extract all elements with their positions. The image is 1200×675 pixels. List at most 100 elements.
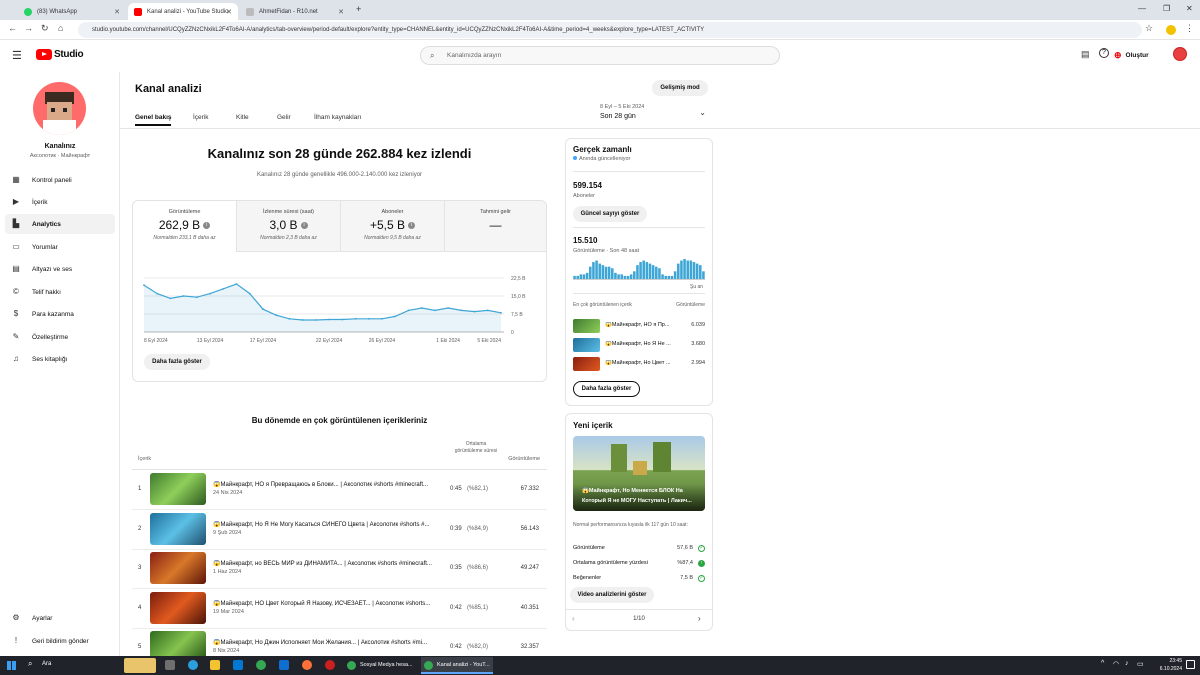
period-selector[interactable]: 8 Eyl – 5 Eki 2024 Son 28 gün ⌄ <box>600 104 708 122</box>
battery-icon[interactable]: ▭ <box>1137 660 1144 668</box>
tab-audience[interactable]: Kitle <box>236 114 249 121</box>
widgets-icon[interactable] <box>124 658 156 673</box>
realtime-bar[interactable] <box>598 263 601 279</box>
realtime-bar[interactable] <box>607 266 611 279</box>
channel-avatar[interactable] <box>33 82 86 135</box>
minimize-button[interactable]: — <box>1138 4 1146 13</box>
sidebar-item-subtitles[interactable]: ▤ Altyazı ve ses <box>5 259 115 279</box>
app-icon[interactable] <box>325 660 335 670</box>
task-view-icon[interactable] <box>165 660 175 670</box>
video-title[interactable]: 😱Майнкрафт, Но Я Не Могу Касаться СИНЕГО… <box>213 521 438 528</box>
avatar[interactable] <box>1173 47 1187 61</box>
firefox-icon[interactable] <box>302 660 312 670</box>
realtime-bar[interactable] <box>667 275 671 279</box>
table-row[interactable]: 2 😱Майнкрафт, Но Я Не Могу Касаться СИНЕГ… <box>132 510 547 550</box>
realtime-bar[interactable] <box>651 265 655 279</box>
video-title[interactable]: 😱Майнкрафт, НО я Превращаюсь в Блоки... … <box>213 481 438 488</box>
realtime-bar[interactable] <box>670 275 674 279</box>
search-input[interactable]: ⌕ Kanalınızda arayın <box>420 46 780 65</box>
realtime-bar[interactable] <box>592 262 595 279</box>
chart-point[interactable] <box>169 297 172 300</box>
create-button[interactable]: ⊕ Oluştur <box>1114 48 1149 62</box>
realtime-bar[interactable] <box>579 274 583 279</box>
sidebar-item-customization[interactable]: ✎ Özelleştirme <box>5 327 115 347</box>
realtime-bar[interactable] <box>664 275 667 279</box>
chart-point[interactable] <box>288 317 291 320</box>
clock[interactable]: 23:45 6.10.2024 <box>1148 657 1182 673</box>
realtime-bar[interactable] <box>626 275 630 279</box>
chart-point[interactable] <box>500 311 502 314</box>
table-row[interactable]: 4 😱Майнкрафт, НО Цвет Который Я Назову, И… <box>132 589 547 629</box>
window-close-button[interactable]: ✕ <box>1186 4 1193 13</box>
sidebar-item-copyright[interactable]: © Telif hakkı <box>5 282 115 302</box>
realtime-bar[interactable] <box>702 271 705 279</box>
video-thumbnail[interactable] <box>150 473 206 505</box>
chart-point[interactable] <box>460 309 463 312</box>
sidebar-item-audio-library[interactable]: ♫ Ses kitaplığı <box>5 349 115 369</box>
hamburger-menu-icon[interactable]: ☰ <box>12 49 22 62</box>
realtime-bar[interactable] <box>658 268 661 279</box>
realtime-bar[interactable] <box>645 262 649 279</box>
metric-revenue[interactable]: Tahmini gelir — <box>444 201 546 251</box>
realtime-bar[interactable] <box>683 259 686 279</box>
views-chart[interactable]: 22,5 B 15,0 B 7,5 B 0 8 Eyl 2024 13 Eyl 2024 1… <box>133 261 546 351</box>
studio-logo[interactable]: Studio <box>36 49 84 60</box>
realtime-bar[interactable] <box>655 266 658 279</box>
video-title[interactable]: 😱Майнкрафт, НО Цвет Который Я Назову, ИС… <box>213 600 438 607</box>
chart-point[interactable] <box>314 319 317 321</box>
help-icon[interactable]: ? <box>1099 48 1109 58</box>
sidebar-item-monetization[interactable]: $ Para kazanma <box>5 304 115 324</box>
sidebar-item-settings[interactable]: ⚙ Ayarlar <box>5 608 115 628</box>
realtime-bar[interactable] <box>695 263 699 279</box>
file-explorer-icon[interactable] <box>210 660 220 670</box>
realtime-bar[interactable] <box>620 274 623 279</box>
video-title[interactable]: 😱Майнкрафт, но ВЕСЬ МИР из ДИНАМИТА... |… <box>213 560 438 567</box>
close-icon[interactable]: ✕ <box>226 8 232 16</box>
search-icon[interactable]: ⌕ <box>28 659 32 669</box>
realtime-bar[interactable] <box>677 263 680 279</box>
metric-views[interactable]: Görüntüleme 262,9 Bi Normalden 233,1 B d… <box>133 201 236 252</box>
prev-page-icon[interactable]: ‹ <box>572 614 575 623</box>
reload-icon[interactable]: ↻ <box>41 23 49 34</box>
realtime-bar[interactable] <box>623 275 627 279</box>
table-row[interactable]: 3 😱Майнкрафт, но ВЕСЬ МИР из ДИНАМИТА... … <box>132 549 547 589</box>
video-title[interactable]: 😱Майнкрафт, Но Джин Исполняет Мои Желани… <box>213 639 438 646</box>
chart-point[interactable] <box>420 307 423 309</box>
realtime-show-more-button[interactable]: Daha fazla göster <box>573 381 640 397</box>
chart-point[interactable] <box>209 292 212 295</box>
extension-icon[interactable] <box>1166 25 1176 35</box>
chart-point[interactable] <box>195 296 198 299</box>
mail-icon[interactable] <box>279 660 289 670</box>
show-more-button[interactable]: Daha fazla göster <box>144 354 210 370</box>
browser-tab-whatsapp[interactable]: (83) WhatsApp ✕ <box>18 3 126 20</box>
back-icon[interactable]: ← <box>8 23 17 33</box>
store-icon[interactable] <box>233 660 243 670</box>
notifications-icon[interactable] <box>1186 660 1195 669</box>
chrome-icon[interactable] <box>256 660 266 670</box>
realtime-bar[interactable] <box>639 262 642 279</box>
chart-point[interactable] <box>341 318 344 321</box>
chart-point[interactable] <box>394 315 397 318</box>
sidebar-item-comments[interactable]: ▭ Yorumlar <box>5 237 115 257</box>
new-tab-button[interactable]: + <box>356 4 361 14</box>
chart-point[interactable] <box>222 287 225 290</box>
realtime-bar[interactable] <box>604 266 608 279</box>
tab-overview[interactable]: Genel bakış <box>135 114 172 121</box>
realtime-bar[interactable] <box>680 260 683 279</box>
realtime-bar[interactable] <box>601 265 605 279</box>
taskbar-search[interactable]: Ara <box>42 661 51 667</box>
realtime-bar[interactable] <box>589 266 592 279</box>
metric-subscribers[interactable]: Aboneler +5,5 Bi Normalden 9,5 B daha az <box>340 201 444 251</box>
windows-start-icon[interactable] <box>7 661 16 670</box>
wifi-icon[interactable]: ◠ <box>1113 660 1119 668</box>
chart-point[interactable] <box>328 318 331 321</box>
sidebar-item-content[interactable]: ▶ İçerik <box>5 192 115 212</box>
video-thumbnail[interactable] <box>150 591 206 624</box>
tab-inspiration[interactable]: İlham kaynakları <box>314 114 361 121</box>
tab-content[interactable]: İçerik <box>193 114 209 121</box>
realtime-bar[interactable] <box>686 260 689 279</box>
browser-tab-studio[interactable]: Kanal analizi - YouTube Studio ✕ <box>128 3 238 20</box>
realtime-bar[interactable] <box>629 274 633 279</box>
realtime-bar[interactable] <box>636 265 639 279</box>
realtime-bar-chart[interactable] <box>573 258 705 280</box>
